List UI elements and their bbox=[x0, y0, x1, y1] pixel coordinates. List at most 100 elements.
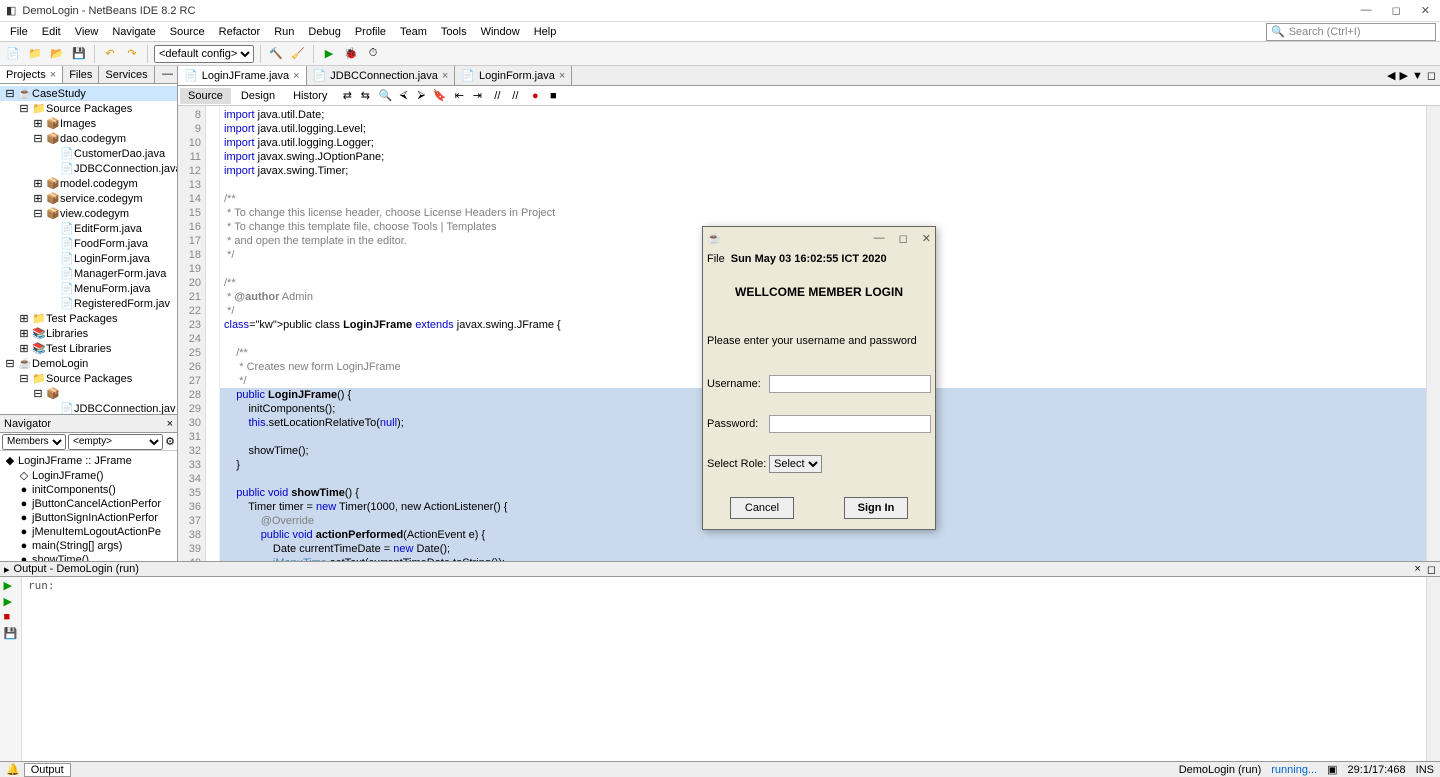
tree-node[interactable]: 📄JDBCConnection.jav bbox=[0, 401, 177, 414]
prev-tab-icon[interactable]: ◀ bbox=[1387, 69, 1395, 82]
find-icon[interactable]: 🔍 bbox=[377, 88, 393, 104]
run-icon[interactable]: ▶ bbox=[320, 45, 338, 63]
dialog-titlebar[interactable]: ☕ — ◻ ✕ bbox=[703, 227, 935, 249]
close-icon[interactable]: × bbox=[50, 69, 56, 81]
prev-icon[interactable]: ⮘ bbox=[395, 88, 411, 104]
minimize-icon[interactable]: — bbox=[874, 232, 885, 245]
tree-node[interactable]: ⊟📁Source Packages bbox=[0, 371, 177, 386]
config-select[interactable]: <default config> bbox=[154, 45, 254, 63]
tab-files[interactable]: Files bbox=[63, 66, 99, 83]
close-icon[interactable]: × bbox=[559, 70, 565, 82]
menu-file[interactable]: File bbox=[4, 24, 34, 40]
maximize-icon[interactable]: ◻ bbox=[1427, 563, 1436, 576]
close-icon[interactable]: × bbox=[167, 418, 173, 430]
undo-icon[interactable]: ↶ bbox=[101, 45, 119, 63]
password-field[interactable] bbox=[769, 415, 931, 433]
tree-node[interactable]: ⊞📦Images bbox=[0, 116, 177, 131]
tree-node[interactable]: 📄CustomerDao.java bbox=[0, 146, 177, 161]
tree-node[interactable]: ⊟📁Source Packages bbox=[0, 101, 177, 116]
menu-source[interactable]: Source bbox=[164, 24, 211, 40]
file-tab-jdbcconnection[interactable]: 📄JDBCConnection.java× bbox=[307, 66, 456, 85]
tree-node[interactable]: 📄EditForm.java bbox=[0, 221, 177, 236]
nav-node[interactable]: ◇LoginJFrame() bbox=[0, 468, 177, 483]
minimize-panel-icon[interactable]: — bbox=[158, 66, 177, 83]
notifications-icon[interactable]: 🔔 bbox=[6, 763, 20, 776]
comment-icon[interactable]: // bbox=[489, 88, 505, 104]
search-input[interactable]: 🔍 Search (Ctrl+I) bbox=[1266, 23, 1436, 41]
uncomment-icon[interactable]: /‌/ bbox=[507, 88, 523, 104]
nav-node[interactable]: ●jButtonSignInActionPerfor bbox=[0, 511, 177, 525]
members-select[interactable]: Members bbox=[2, 434, 66, 450]
new-project-icon[interactable]: 📁 bbox=[26, 45, 44, 63]
tree-node[interactable]: 📄MenuForm.java bbox=[0, 281, 177, 296]
tree-node[interactable]: ⊞📦service.codegym bbox=[0, 191, 177, 206]
next-icon[interactable]: ⮚ bbox=[413, 88, 429, 104]
tree-node[interactable]: 📄JDBCConnection.java bbox=[0, 161, 177, 176]
menu-edit[interactable]: Edit bbox=[36, 24, 67, 40]
output-text[interactable]: run: bbox=[22, 577, 1426, 761]
build-icon[interactable]: 🔨 bbox=[267, 45, 285, 63]
editor-nav2-icon[interactable]: ⇆ bbox=[357, 88, 373, 104]
close-icon[interactable]: × bbox=[1414, 563, 1420, 575]
new-file-icon[interactable]: 📄 bbox=[4, 45, 22, 63]
project-tree[interactable]: ⊟☕CaseStudy⊟📁Source Packages⊞📦Images⊟📦da… bbox=[0, 84, 177, 414]
tree-node[interactable]: 📄ManagerForm.java bbox=[0, 266, 177, 281]
tree-node[interactable]: 📄LoginForm.java bbox=[0, 251, 177, 266]
tree-node[interactable]: ⊞📚Test Libraries bbox=[0, 341, 177, 356]
rerun-icon[interactable]: ▶ bbox=[4, 579, 18, 593]
tree-node[interactable]: ⊟📦 bbox=[0, 386, 177, 401]
close-icon[interactable]: × bbox=[293, 70, 299, 82]
stop-icon[interactable]: ■ bbox=[4, 611, 18, 625]
menu-refactor[interactable]: Refactor bbox=[213, 24, 267, 40]
menu-window[interactable]: Window bbox=[475, 24, 526, 40]
tree-node[interactable]: ⊟☕DemoLogin bbox=[0, 356, 177, 371]
filter-icon[interactable]: ⚙ bbox=[165, 435, 175, 448]
close-icon[interactable]: × bbox=[442, 70, 448, 82]
tree-node[interactable]: ⊞📦model.codegym bbox=[0, 176, 177, 191]
rerun2-icon[interactable]: ▶ bbox=[4, 595, 18, 609]
record-icon[interactable]: ● bbox=[527, 88, 543, 104]
subtab-source[interactable]: Source bbox=[180, 88, 231, 104]
tree-node[interactable]: ⊞📚Libraries bbox=[0, 326, 177, 341]
nav-node[interactable]: ●main(String[] args) bbox=[0, 539, 177, 553]
open-icon[interactable]: 📂 bbox=[48, 45, 66, 63]
menu-profile[interactable]: Profile bbox=[349, 24, 392, 40]
subtab-design[interactable]: Design bbox=[233, 88, 283, 104]
tree-node[interactable]: ⊞📁Test Packages bbox=[0, 311, 177, 326]
menu-help[interactable]: Help bbox=[528, 24, 563, 40]
stop-icon[interactable]: ■ bbox=[545, 88, 561, 104]
empty-select[interactable]: <empty> bbox=[68, 434, 163, 450]
maximize-icon[interactable]: ◻ bbox=[1392, 4, 1401, 17]
editor-nav-icon[interactable]: ⇄ bbox=[339, 88, 355, 104]
menu-run[interactable]: Run bbox=[268, 24, 300, 40]
shift-left-icon[interactable]: ⇤ bbox=[451, 88, 467, 104]
tab-projects[interactable]: Projects× bbox=[0, 66, 63, 83]
profile-icon[interactable]: ⏱ bbox=[364, 45, 382, 63]
nav-node[interactable]: ●jButtonCancelActionPerfor bbox=[0, 497, 177, 511]
tree-node[interactable]: ⊟☕CaseStudy bbox=[0, 86, 177, 101]
tab-list-icon[interactable]: ▼ bbox=[1412, 70, 1423, 82]
maximize-editor-icon[interactable]: ◻ bbox=[1427, 69, 1436, 82]
nav-node[interactable]: ●showTime() bbox=[0, 553, 177, 561]
minimize-icon[interactable]: — bbox=[1361, 4, 1372, 17]
role-select[interactable]: Select bbox=[769, 455, 822, 473]
maximize-icon[interactable]: ◻ bbox=[899, 232, 908, 245]
shift-right-icon[interactable]: ⇥ bbox=[469, 88, 485, 104]
cancel-button[interactable]: Cancel bbox=[730, 497, 794, 519]
output-tab-button[interactable]: Output bbox=[24, 763, 71, 777]
username-field[interactable] bbox=[769, 375, 931, 393]
bookmark-icon[interactable]: 🔖 bbox=[431, 88, 447, 104]
menu-debug[interactable]: Debug bbox=[302, 24, 346, 40]
scrollbar-vertical[interactable] bbox=[1426, 577, 1440, 761]
progress-icon[interactable]: ▣ bbox=[1327, 763, 1337, 776]
signin-button[interactable]: Sign In bbox=[844, 497, 908, 519]
menu-view[interactable]: View bbox=[69, 24, 105, 40]
close-icon[interactable]: ✕ bbox=[922, 232, 931, 245]
next-tab-icon[interactable]: ▶ bbox=[1400, 69, 1408, 82]
menu-tools[interactable]: Tools bbox=[435, 24, 473, 40]
menu-navigate[interactable]: Navigate bbox=[106, 24, 161, 40]
nav-node[interactable]: ◆LoginJFrame :: JFrame bbox=[0, 453, 177, 468]
tab-services[interactable]: Services bbox=[99, 66, 154, 83]
menu-team[interactable]: Team bbox=[394, 24, 433, 40]
save-all-icon[interactable]: 💾 bbox=[70, 45, 88, 63]
